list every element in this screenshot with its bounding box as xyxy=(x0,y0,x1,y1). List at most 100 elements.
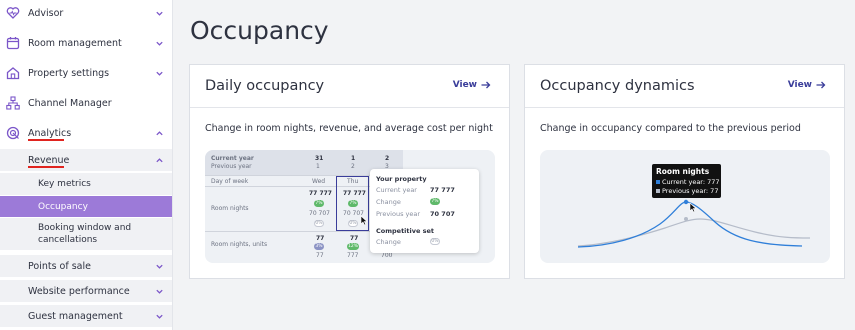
sidebar-item-room-management[interactable]: Room management xyxy=(0,33,172,53)
row-label-room-nights: Room nights xyxy=(211,205,249,212)
change-pill: 3% xyxy=(314,243,324,250)
change-pill: 7% xyxy=(430,198,440,205)
change-pill: 0% xyxy=(430,238,440,245)
sidebar-item-label: Property settings xyxy=(28,67,110,79)
tooltip-label: Change xyxy=(376,198,401,206)
chevron-up-icon[interactable] xyxy=(155,156,164,165)
col-header-top: 2 xyxy=(385,155,390,162)
tooltip-subheading: Competitive set xyxy=(376,227,435,235)
view-link[interactable]: View xyxy=(788,80,826,90)
sidebar-item-label: Advisor xyxy=(28,7,64,19)
sidebar-item-label: Occupancy xyxy=(38,201,88,212)
tooltip-heading: Your property xyxy=(376,175,427,183)
daily-occupancy-card[interactable]: Daily occupancy View Change in room nigh… xyxy=(189,64,510,279)
arrow-right-icon xyxy=(481,81,491,89)
cell-value: 77 xyxy=(350,235,359,242)
chart-tooltip-previous: Previous year: 77 xyxy=(662,187,719,195)
mouse-cursor-icon xyxy=(689,202,697,213)
chevron-down-icon[interactable] xyxy=(155,262,164,271)
col-header-top: 1 xyxy=(351,155,356,162)
col-header-bottom: 1 xyxy=(316,163,320,170)
sidebar-item-label: Booking window and cancellations xyxy=(38,223,132,245)
chart-tooltip-current: Current year: 777 xyxy=(662,178,720,186)
sidebar-item-guest-management[interactable]: Guest management xyxy=(0,305,172,327)
sidebar-item-points-of-sale[interactable]: Points of sale xyxy=(0,255,172,277)
chevron-down-icon[interactable] xyxy=(155,9,164,18)
sidebar-item-revenue[interactable]: Revenue xyxy=(0,149,172,171)
sidebar-item-advisor[interactable]: Advisor xyxy=(0,3,172,23)
sidebar: Advisor Room management Property setting… xyxy=(0,0,173,330)
previous-year-line xyxy=(577,218,811,247)
change-pill: 7% xyxy=(314,200,324,207)
change-pill: 7% xyxy=(348,200,358,207)
property-tooltip: Your property Current year 77 777 Change… xyxy=(370,169,479,253)
sidebar-item-label: Website performance xyxy=(28,285,130,297)
tooltip-label: Current year xyxy=(376,186,417,194)
cell-value: 77 777 xyxy=(309,190,332,197)
chevron-down-icon[interactable] xyxy=(155,39,164,48)
view-link-label: View xyxy=(787,80,812,90)
mouse-cursor-icon xyxy=(360,215,368,226)
header-previous-year: Previous year xyxy=(211,163,252,170)
active-underline xyxy=(28,139,64,141)
cell-value: 77 xyxy=(316,252,324,259)
tooltip-value: 77 777 xyxy=(430,186,455,194)
change-pill: 12% xyxy=(347,243,359,250)
sidebar-item-property-settings[interactable]: Property settings xyxy=(0,63,172,83)
legend-swatch-previous xyxy=(656,189,660,193)
tooltip-label: Previous year xyxy=(376,210,421,218)
calendar-icon xyxy=(6,37,20,50)
page-title: Occupancy xyxy=(190,16,329,45)
hierarchy-icon xyxy=(6,96,20,110)
house-icon xyxy=(6,67,20,80)
card-description: Change in room nights, revenue, and aver… xyxy=(205,123,493,134)
sidebar-item-label: Analytics xyxy=(28,127,72,139)
cell-value: 77 777 xyxy=(343,190,366,197)
sidebar-item-website-performance[interactable]: Website performance xyxy=(0,280,172,302)
change-pill: 0% xyxy=(348,220,358,227)
sidebar-item-label: Revenue xyxy=(28,154,70,166)
card-divider xyxy=(525,107,844,108)
sidebar-item-channel-manager[interactable]: Channel Manager xyxy=(0,93,172,113)
header-current-year: Current year xyxy=(211,155,254,162)
day-label: Wed xyxy=(312,178,326,185)
previous-year-point xyxy=(684,217,688,221)
cell-value: 77 xyxy=(316,235,325,242)
cell-value: 700 xyxy=(381,252,393,259)
col-header-bottom: 2 xyxy=(351,163,355,170)
sidebar-item-analytics[interactable]: Analytics xyxy=(0,123,172,143)
occupancy-dynamics-card[interactable]: Occupancy dynamics View Change in occupa… xyxy=(524,64,845,279)
sidebar-item-booking-window[interactable]: Booking window and cancellations xyxy=(0,218,172,250)
sidebar-item-occupancy[interactable]: Occupancy xyxy=(0,196,172,217)
heart-pulse-icon xyxy=(6,7,20,19)
change-pill: 0% xyxy=(314,220,324,227)
card-title: Occupancy dynamics xyxy=(540,78,695,94)
chart-tooltip: Room nights Current year: 777 Previous y… xyxy=(652,164,721,198)
sidebar-item-label: Key metrics xyxy=(38,179,91,189)
sidebar-item-key-metrics[interactable]: Key metrics xyxy=(0,173,172,195)
day-of-week-label: Day of week xyxy=(211,178,249,185)
cell-value: 70 707 xyxy=(309,210,330,217)
sidebar-item-label: Points of sale xyxy=(28,260,91,272)
col-header-top: 31 xyxy=(315,155,324,162)
arrow-right-icon xyxy=(816,81,826,89)
row-label-room-nights-units: Room nights, units xyxy=(211,241,268,248)
chart-tooltip-title: Room nights xyxy=(656,167,710,176)
sidebar-item-label: Room management xyxy=(28,37,122,49)
analytics-target-icon xyxy=(6,126,20,140)
current-year-point xyxy=(683,199,689,205)
chevron-down-icon[interactable] xyxy=(155,287,164,296)
chevron-down-icon[interactable] xyxy=(155,312,164,321)
tooltip-label: Change xyxy=(376,238,401,246)
card-divider xyxy=(190,107,509,108)
view-link[interactable]: View xyxy=(453,80,491,90)
view-link-label: View xyxy=(452,80,477,90)
sidebar-item-label: Guest management xyxy=(28,310,123,322)
legend-swatch-current xyxy=(656,180,660,184)
tooltip-value: 70 707 xyxy=(430,210,455,218)
daily-occupancy-preview: Current year Previous year 31 1 1 2 2 3 … xyxy=(205,150,495,263)
chevron-up-icon[interactable] xyxy=(155,129,164,138)
chevron-down-icon[interactable] xyxy=(155,69,164,78)
card-title: Daily occupancy xyxy=(205,78,325,94)
active-underline xyxy=(28,166,64,168)
